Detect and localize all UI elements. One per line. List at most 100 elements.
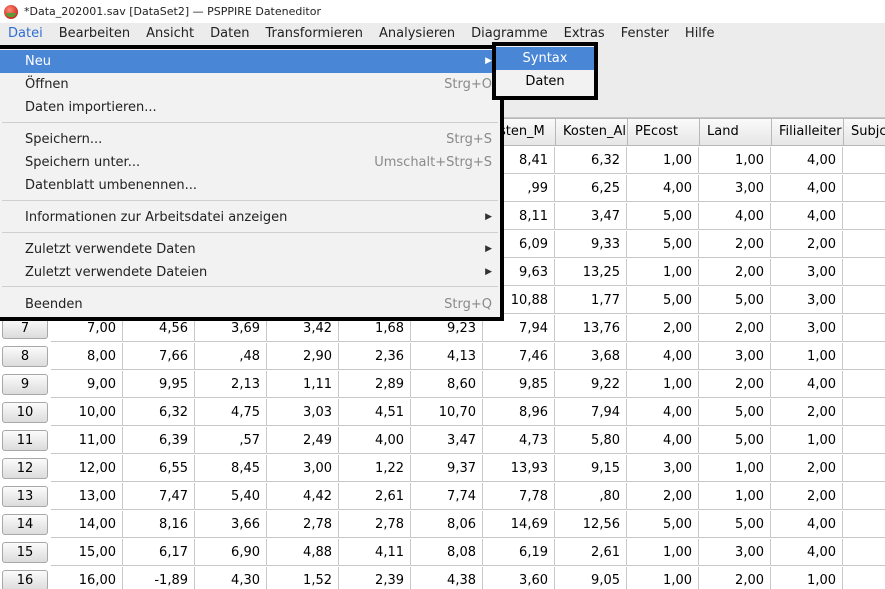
- table-cell[interactable]: 2,78: [339, 511, 411, 538]
- table-cell[interactable]: 15,00: [51, 539, 123, 566]
- table-cell[interactable]: 4: [843, 511, 885, 538]
- table-cell[interactable]: 14,00: [51, 511, 123, 538]
- row-number-button[interactable]: 16: [2, 570, 48, 589]
- table-cell[interactable]: 9,37: [411, 455, 483, 482]
- table-cell[interactable]: 1,22: [339, 455, 411, 482]
- table-cell[interactable]: 1,00: [699, 483, 771, 510]
- menu-hilfe[interactable]: Hilfe: [677, 23, 723, 45]
- table-cell[interactable]: 2,61: [555, 539, 627, 566]
- table-cell[interactable]: 4,38: [411, 567, 483, 589]
- row-number-button[interactable]: 11: [2, 430, 48, 451]
- table-cell[interactable]: 5,00: [627, 287, 699, 314]
- table-cell[interactable]: 3,00: [627, 455, 699, 482]
- table-cell[interactable]: 5,00: [699, 511, 771, 538]
- table-cell[interactable]: 1,00: [627, 539, 699, 566]
- column-header[interactable]: PEcost: [627, 118, 700, 146]
- table-cell[interactable]: 2,00: [627, 483, 699, 510]
- table-cell[interactable]: 13,25: [555, 259, 627, 286]
- table-cell[interactable]: 4,73: [483, 427, 555, 454]
- table-cell[interactable]: -2: [843, 315, 885, 342]
- menu-item-speichern[interactable]: Speichern... Strg+S: [0, 128, 500, 151]
- table-cell[interactable]: 4,00: [339, 427, 411, 454]
- table-cell[interactable]: [843, 259, 885, 286]
- table-cell[interactable]: 3,00: [267, 455, 339, 482]
- table-cell[interactable]: 4,00: [771, 203, 843, 230]
- menu-ansicht[interactable]: Ansicht: [138, 23, 202, 45]
- table-cell[interactable]: 4,00: [771, 371, 843, 398]
- row-number-button[interactable]: 14: [2, 514, 48, 535]
- table-cell[interactable]: 2: [843, 567, 885, 589]
- table-cell[interactable]: 1,00: [699, 147, 771, 174]
- table-cell[interactable]: 4,00: [771, 539, 843, 566]
- table-cell[interactable]: 3,00: [699, 539, 771, 566]
- table-cell[interactable]: ,57: [195, 427, 267, 454]
- table-cell[interactable]: 1,00: [699, 455, 771, 482]
- table-cell[interactable]: 6,39: [123, 427, 195, 454]
- menu-item-speichern-unter[interactable]: Speichern unter... Umschalt+Strg+S: [0, 151, 500, 174]
- column-header[interactable]: Subjc: [843, 118, 885, 146]
- row-number-button[interactable]: 12: [2, 458, 48, 479]
- column-header[interactable]: Filialleiter: [771, 118, 844, 146]
- table-cell[interactable]: 3,47: [411, 427, 483, 454]
- menu-item-informationen-zur-arbeitsdatei-anzeigen[interactable]: Informationen zur Arbeitsdatei anzeigen ▶: [0, 206, 500, 229]
- table-cell[interactable]: -1,89: [123, 567, 195, 589]
- submenu-item-syntax[interactable]: Syntax: [496, 47, 594, 70]
- table-cell[interactable]: 2,00: [699, 231, 771, 258]
- table-cell[interactable]: 2,00: [699, 315, 771, 342]
- table-cell[interactable]: ,48: [195, 343, 267, 370]
- table-cell[interactable]: 9,85: [483, 371, 555, 398]
- table-cell[interactable]: -6: [843, 455, 885, 482]
- table-cell[interactable]: 7,78: [483, 483, 555, 510]
- table-cell[interactable]: 3,03: [267, 399, 339, 426]
- table-cell[interactable]: 2,00: [771, 483, 843, 510]
- table-cell[interactable]: [843, 231, 885, 258]
- table-cell[interactable]: 2: [843, 203, 885, 230]
- table-cell[interactable]: 2,00: [699, 567, 771, 589]
- table-cell[interactable]: 1,00: [627, 371, 699, 398]
- menu-item-zuletzt-verwendete-dateien[interactable]: Zuletzt verwendete Dateien ▶: [0, 261, 500, 284]
- table-cell[interactable]: 9,95: [123, 371, 195, 398]
- table-cell[interactable]: -2: [843, 539, 885, 566]
- table-cell[interactable]: 4,00: [771, 147, 843, 174]
- menu-analysieren[interactable]: Analysieren: [371, 23, 463, 45]
- row-number-button[interactable]: 10: [2, 402, 48, 423]
- table-cell[interactable]: 8,45: [195, 455, 267, 482]
- table-cell[interactable]: 6,32: [123, 399, 195, 426]
- row-number-button[interactable]: 15: [2, 542, 48, 563]
- table-cell[interactable]: 5,00: [627, 231, 699, 258]
- table-cell[interactable]: 9,15: [555, 455, 627, 482]
- table-cell[interactable]: 1,00: [627, 259, 699, 286]
- table-cell[interactable]: 5,40: [195, 483, 267, 510]
- table-cell[interactable]: 3,66: [195, 511, 267, 538]
- table-cell[interactable]: 1,00: [627, 567, 699, 589]
- table-cell[interactable]: -8: [843, 343, 885, 370]
- row-number-button[interactable]: 8: [2, 346, 48, 367]
- table-cell[interactable]: 5,00: [699, 399, 771, 426]
- menu-fenster[interactable]: Fenster: [613, 23, 677, 45]
- table-cell[interactable]: 12,00: [51, 455, 123, 482]
- table-cell[interactable]: 13,93: [483, 455, 555, 482]
- table-cell[interactable]: 7,46: [483, 343, 555, 370]
- menu-item-zuletzt-verwendete-daten[interactable]: Zuletzt verwendete Daten ▶: [0, 238, 500, 261]
- table-cell[interactable]: 14,69: [483, 511, 555, 538]
- table-cell[interactable]: 3,00: [771, 287, 843, 314]
- table-cell[interactable]: 5,80: [555, 427, 627, 454]
- table-cell[interactable]: 6,90: [195, 539, 267, 566]
- table-cell[interactable]: -5: [843, 371, 885, 398]
- table-cell[interactable]: 1,11: [267, 371, 339, 398]
- table-cell[interactable]: 7,94: [555, 399, 627, 426]
- table-cell[interactable]: 1,00: [771, 427, 843, 454]
- table-cell[interactable]: 7,66: [123, 343, 195, 370]
- table-cell[interactable]: 2,49: [267, 427, 339, 454]
- table-cell[interactable]: 4,51: [339, 399, 411, 426]
- table-cell[interactable]: 13,00: [51, 483, 123, 510]
- table-cell[interactable]: 2,90: [267, 343, 339, 370]
- table-cell[interactable]: 8,60: [411, 371, 483, 398]
- menu-transformieren[interactable]: Transformieren: [257, 23, 371, 45]
- menu-item-öffnen[interactable]: Öffnen Strg+O: [0, 73, 500, 96]
- table-cell[interactable]: 8,00: [51, 343, 123, 370]
- menu-item-neu[interactable]: Neu ▶: [0, 50, 500, 73]
- table-cell[interactable]: 10,00: [51, 399, 123, 426]
- table-cell[interactable]: 6,55: [123, 455, 195, 482]
- table-cell[interactable]: 1,52: [267, 567, 339, 589]
